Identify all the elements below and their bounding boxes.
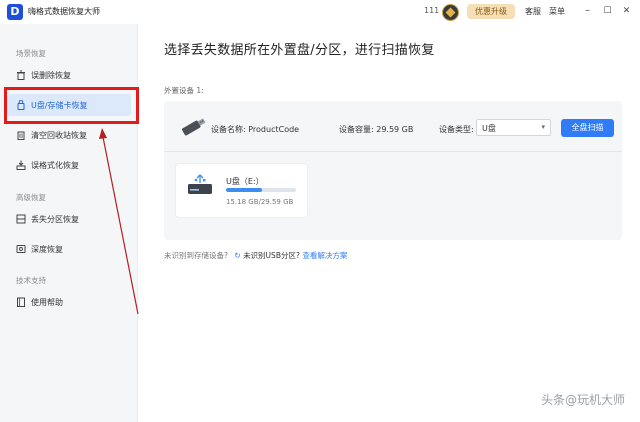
sidebar-item-recycle-bin[interactable]: 清空回收站恢复 (7, 124, 131, 146)
device-type-value: U盘 (482, 124, 496, 133)
partition-icon (16, 214, 26, 224)
sidebar-item-label: 使用帮助 (31, 298, 63, 307)
sidebar: 场景恢复 误删除恢复 U盘/存储卡恢复 清空回收站恢复 误格式化恢复 高级恢复 … (0, 24, 138, 422)
sidebar-item-label: 深度恢复 (31, 245, 63, 254)
section-label-advanced: 高级恢复 (16, 193, 46, 202)
recycle-bin-icon (17, 131, 25, 140)
sidebar-item-label: 丢失分区恢复 (31, 215, 79, 224)
device-type-select[interactable]: U盘 ▾ (476, 119, 551, 136)
maximize-button[interactable]: ☐ (602, 5, 613, 17)
page-title: 选择丢失数据所在外置盘/分区，进行扫描恢复 (164, 43, 435, 58)
watermark: 头条@玩机大师 (541, 393, 626, 407)
sidebar-item-partition-recovery[interactable]: 丢失分区恢复 (7, 208, 131, 230)
help-row: 未识别到存储设备? ↻ 未识别USB分区? 查看解决方案 (164, 250, 347, 261)
customer-service-link[interactable]: 客服 (525, 6, 541, 17)
sidebar-item-label: 误删除恢复 (31, 71, 71, 80)
device-name: 设备名称: ProductCode (211, 125, 300, 134)
help-book-icon (17, 297, 25, 307)
drive-size: 15.18 GB/29.59 GB (226, 198, 294, 206)
solution-link[interactable]: 查看解决方案 (302, 251, 347, 260)
format-icon (16, 160, 26, 170)
app-title: 嗨格式数据恢复大师 (28, 7, 100, 16)
drive-usage-fill (226, 188, 262, 192)
external-device-label: 外置设备 1: (164, 86, 204, 95)
section-label-support: 技术支持 (16, 276, 46, 285)
unrecognized-question: 未识别到存储设备? (164, 251, 228, 260)
sidebar-item-label: 清空回收站恢复 (31, 131, 87, 140)
deep-scan-icon (16, 245, 26, 253)
sidebar-item-deleted-recovery[interactable]: 误删除恢复 (7, 64, 131, 86)
upgrade-button[interactable]: 优惠升级 (467, 4, 515, 19)
sidebar-item-format-recovery[interactable]: 误格式化恢复 (7, 154, 131, 176)
drive-name: U盘（E:） (226, 177, 264, 186)
vip-badge-icon[interactable] (442, 4, 459, 21)
refresh-icon[interactable]: ↻ (234, 251, 240, 260)
trash-restore-icon (17, 70, 25, 80)
chevron-down-icon: ▾ (541, 123, 545, 131)
minimize-button[interactable]: – (582, 5, 593, 17)
divider (164, 151, 622, 152)
section-label-scene: 场景恢复 (16, 49, 46, 58)
highlight-annotation-frame (4, 87, 139, 124)
close-button[interactable]: ✕ (621, 5, 632, 17)
drive-usage-bar (226, 188, 296, 192)
sidebar-item-label: 误格式化恢复 (31, 161, 79, 170)
title-bar: D 嗨格式数据恢复大师 111 优惠升级 客服 菜单 – ☐ ✕ (0, 0, 640, 24)
menu-link[interactable]: 菜单 (549, 6, 565, 17)
full-scan-button[interactable]: 全盘扫描 (561, 119, 614, 137)
device-type-label: 设备类型: (439, 125, 474, 134)
sidebar-item-help[interactable]: 使用帮助 (7, 291, 131, 313)
sidebar-item-deep-recovery[interactable]: 深度恢复 (7, 238, 131, 260)
points-count: 111 (424, 6, 440, 15)
usb-stick-icon (182, 118, 206, 136)
drive-icon (188, 174, 212, 194)
app-logo-icon: D (7, 4, 23, 20)
device-capacity: 设备容量: 29.59 GB (339, 125, 414, 134)
unrecognized-usb-text: 未识别USB分区? (243, 251, 300, 260)
